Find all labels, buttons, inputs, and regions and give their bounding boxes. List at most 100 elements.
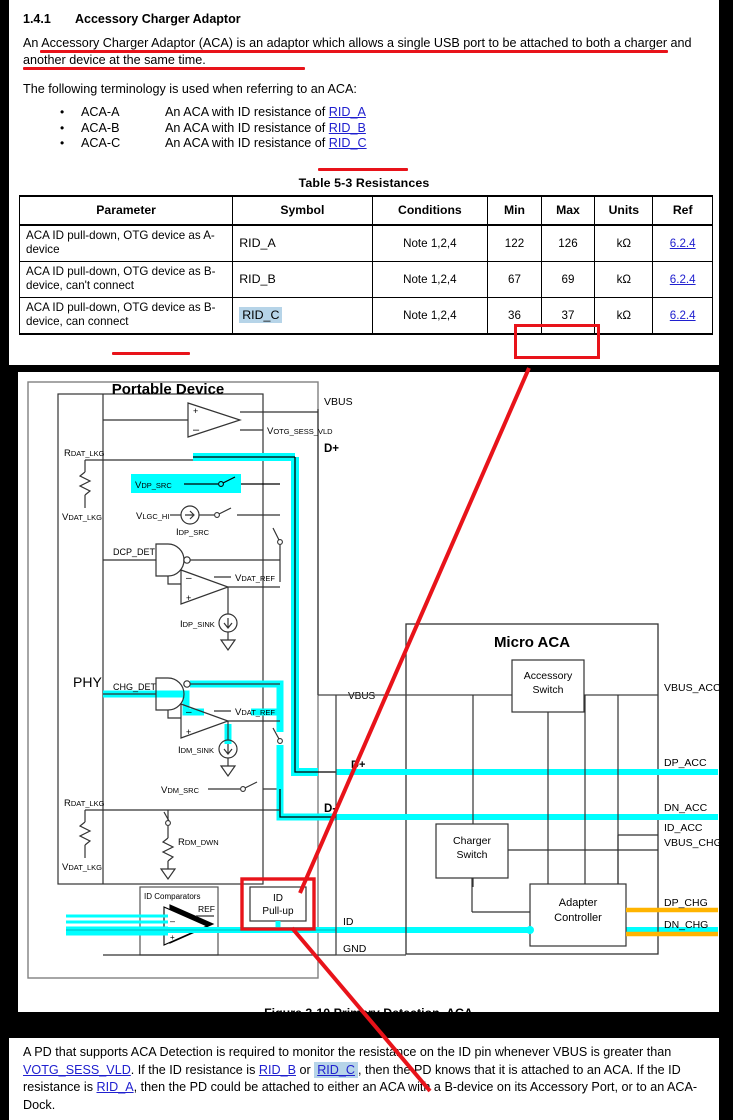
term-name: ACA-B xyxy=(81,120,120,135)
signal-rdat-lkg-lower: RDAT_LKG xyxy=(64,798,105,809)
cell-symbol: RID_A xyxy=(239,236,276,250)
cell-ref-link[interactable]: 6.2.4 xyxy=(670,309,696,322)
footer-text-panel: A PD that supports ACA Detection is requ… xyxy=(9,1038,719,1120)
signal-vdat-ref-lower: VDAT_REF xyxy=(235,707,275,718)
header-min: Min xyxy=(487,195,542,226)
xref-rid-b-footer[interactable]: RID_B xyxy=(259,1063,296,1077)
accessory-switch-line1: Accessory xyxy=(524,670,573,682)
charger-switch-line2: Switch xyxy=(457,849,488,861)
cell-parameter: ACA ID pull-down, OTG device as A-device xyxy=(18,224,234,262)
table-row: ACA ID pull-down, OTG device as A-device… xyxy=(18,224,713,262)
svg-text:–: – xyxy=(186,573,192,584)
xref-votg-sess-vld[interactable]: VOTG_SESS_VLD xyxy=(23,1063,131,1077)
xref-rid-a-footer[interactable]: RID_A xyxy=(97,1080,134,1094)
cell-units: kΩ xyxy=(594,260,654,298)
bus-label-vbus: VBUS xyxy=(324,396,353,408)
terminology-intro: The following terminology is used when r… xyxy=(23,82,357,96)
signal-votg-sess-vld: VOTG_SESS_VLD xyxy=(267,426,333,437)
signal-vlgc-hi: VLGC_HI xyxy=(136,511,169,522)
signal-ref: REF xyxy=(198,904,215,914)
cell-units: kΩ xyxy=(594,224,654,262)
table-caption: Table 5-3 Resistances xyxy=(298,176,430,190)
section-title: Accessory Charger Adaptor xyxy=(75,12,241,26)
red-underline-rid-c-term xyxy=(318,168,408,171)
signal-vdat-lkg-lower: VDAT_LKG xyxy=(62,862,102,873)
bus-label-gnd: GND xyxy=(343,943,367,955)
svg-text:+: + xyxy=(186,593,191,603)
port-label-id-acc: ID_ACC xyxy=(664,822,703,834)
primary-detection-aca-schematic: Portable Device PHY VBUS + – VOTG_SESS_V… xyxy=(18,372,719,1006)
figure-panel: Portable Device PHY VBUS + – VOTG_SESS_V… xyxy=(18,372,719,1020)
port-label-dp-acc: DP_ACC xyxy=(664,757,707,769)
cell-parameter: ACA ID pull-down, OTG device as B-device… xyxy=(18,260,234,298)
cell-symbol-highlighted: RID_C xyxy=(239,307,283,323)
footer-text-c: or xyxy=(295,1062,315,1077)
svg-text:–: – xyxy=(170,916,175,926)
signal-chg-det: CHG_DET xyxy=(113,682,157,692)
xref-rid-c-footer[interactable]: RID_C xyxy=(314,1061,358,1078)
cell-symbol: RID_B xyxy=(239,272,276,286)
cell-min: 122 xyxy=(487,224,542,262)
adapter-controller-line2: Controller xyxy=(554,912,602,924)
table-header-row: Parameter Symbol Conditions Min Max Unit… xyxy=(18,195,713,226)
red-underline-can-connect xyxy=(112,352,190,355)
signal-idp-sink: IDP_SINK xyxy=(180,619,215,630)
term-desc: An ACA with ID resistance of xyxy=(165,120,329,135)
xref-rid-c[interactable]: RID_C xyxy=(329,136,367,150)
header-max: Max xyxy=(540,195,596,226)
signal-idp-src: IDP_SRC xyxy=(176,527,210,538)
bus-label-dminus: D- xyxy=(324,803,336,815)
footer-text-b: . If the ID resistance is xyxy=(130,1062,259,1077)
signal-rdat-lkg-upper: RDAT_LKG xyxy=(64,448,105,459)
svg-text:+: + xyxy=(193,406,198,416)
signal-idm-sink: IDM_SINK xyxy=(178,745,214,756)
svg-text:+: + xyxy=(170,933,175,942)
section-heading: 1.4.1 Accessory Charger Adaptor xyxy=(23,12,707,26)
figure-caption: Figure 3-10 Primary Detection, ACA xyxy=(264,1006,473,1020)
cell-units: kΩ xyxy=(594,296,654,335)
cell-conditions: Note 1,2,4 xyxy=(371,260,489,298)
terminology-list: ACA-AAn ACA with ID resistance of RID_A … xyxy=(23,105,707,152)
footer-paragraph: A PD that supports ACA Detection is requ… xyxy=(23,1044,705,1114)
port-label-vbus-chg: VBUS_CHG xyxy=(664,837,719,849)
red-underline-paragraph-line1 xyxy=(40,50,668,53)
id-pullup-line2: Pull-up xyxy=(262,906,294,917)
list-item: ACA-C An ACA with ID resistance of RID_C xyxy=(23,136,707,152)
cell-max: 69 xyxy=(540,260,596,298)
header-parameter: Parameter xyxy=(18,195,234,226)
header-conditions: Conditions xyxy=(371,195,489,226)
term-name: ACA-A xyxy=(81,105,120,119)
list-item: ACA-B An ACA with ID resistance of RID_B xyxy=(23,121,707,137)
aca-bus-label-vbus: VBUS xyxy=(348,691,376,702)
term-desc: An ACA with ID resistance of xyxy=(165,136,329,150)
svg-text:–: – xyxy=(193,424,200,436)
cell-parameter: ACA ID pull-down, OTG device as B-device… xyxy=(18,296,234,335)
signal-dcp-det: DCP_DET xyxy=(113,547,156,557)
cell-min: 67 xyxy=(487,260,542,298)
signal-vdm-src: VDM_SRC xyxy=(161,785,200,796)
cell-ref-link[interactable]: 6.2.4 xyxy=(670,237,696,250)
port-label-dp-chg: DP_CHG xyxy=(664,897,708,909)
red-box-min-max-highlight xyxy=(514,324,600,359)
cell-ref-link[interactable]: 6.2.4 xyxy=(670,273,696,286)
svg-text:+: + xyxy=(186,727,191,737)
term-name: ACA-C xyxy=(81,136,121,150)
bus-label-id: ID xyxy=(343,916,354,928)
section-number: 1.4.1 xyxy=(23,12,51,26)
id-pullup-line1: ID xyxy=(273,893,283,904)
charger-switch-line1: Charger xyxy=(453,835,491,847)
resistance-table-panel: Table 5-3 Resistances Parameter Symbol C… xyxy=(9,172,719,365)
id-comparators-label: ID Comparators xyxy=(144,892,200,901)
xref-rid-b[interactable]: RID_B xyxy=(329,121,366,135)
header-ref: Ref xyxy=(652,195,713,226)
header-units: Units xyxy=(594,195,654,226)
intro-text-panel: 1.4.1 Accessory Charger Adaptor An Access… xyxy=(9,0,719,172)
port-label-dn-acc: DN_ACC xyxy=(664,802,708,814)
red-underline-paragraph-line2 xyxy=(23,67,305,70)
signal-vdat-lkg-upper: VDAT_LKG xyxy=(62,512,102,523)
cell-conditions: Note 1,2,4 xyxy=(371,224,489,262)
phy-label: PHY xyxy=(73,674,102,690)
xref-rid-a[interactable]: RID_A xyxy=(329,105,366,119)
signal-vdp-src: VDP_SRC xyxy=(135,480,172,491)
portable-device-title: Portable Device xyxy=(112,381,225,398)
